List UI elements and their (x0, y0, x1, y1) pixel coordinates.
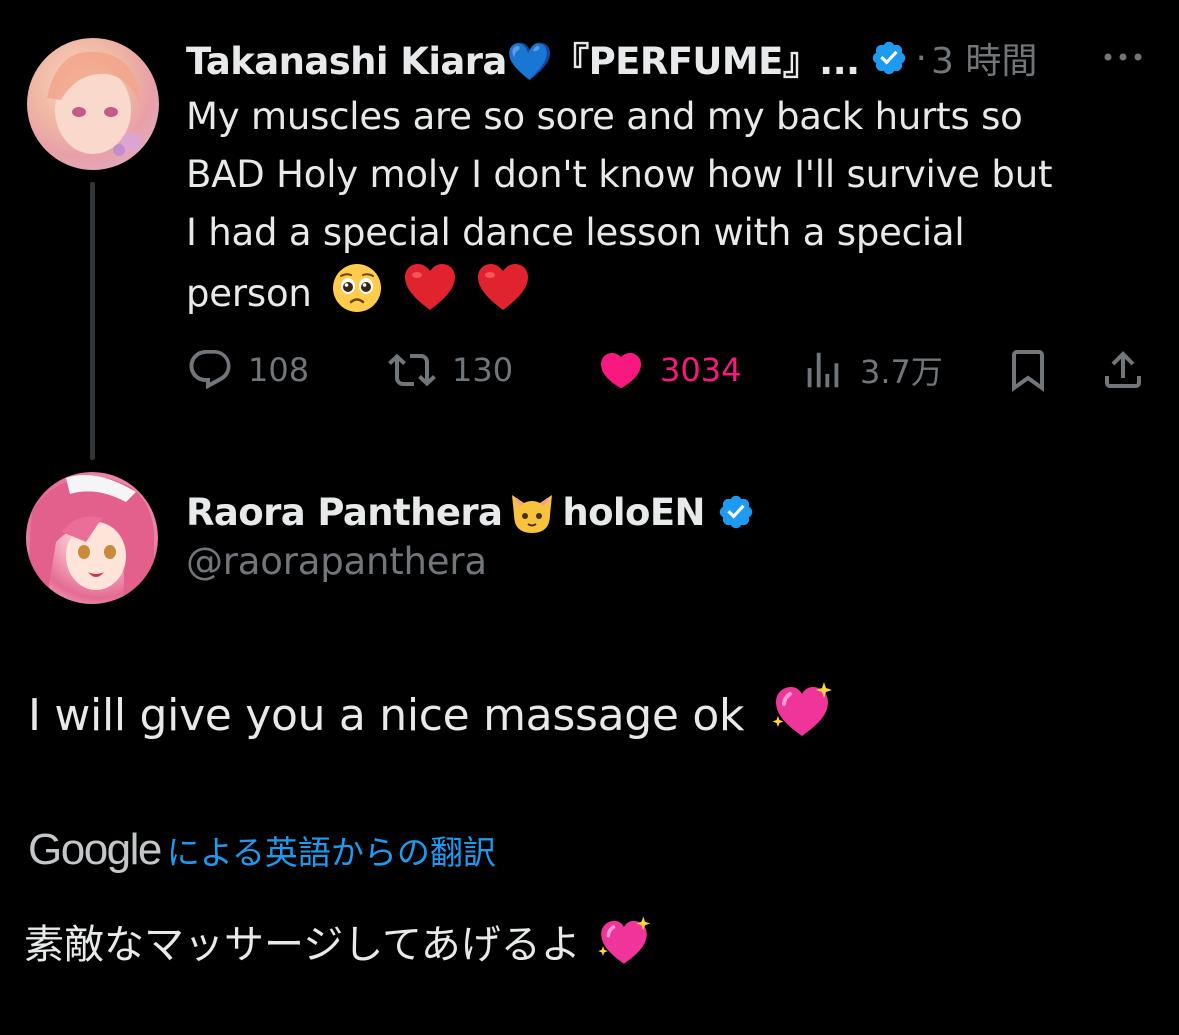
avatar-raora[interactable] (26, 472, 158, 604)
translated-text-content: 素敵なマッサージしてあげるよ (24, 922, 581, 968)
repost-count: 130 (452, 351, 514, 389)
heart-filled-icon (600, 353, 642, 389)
sparkling-heart-emoji-icon (772, 682, 832, 736)
share-button[interactable] (1098, 340, 1162, 400)
translated-text: 素敵なマッサージしてあげるよ (24, 912, 652, 970)
reply-button[interactable]: 108 (186, 340, 309, 400)
repost-button[interactable]: 130 (386, 340, 513, 400)
sparkling-heart-emoji-icon (597, 916, 650, 964)
reply-tweet-header: Raora Panthera holoEN (186, 484, 755, 540)
google-wordmark: Google (28, 825, 162, 874)
bookmark-button[interactable] (1004, 340, 1066, 400)
tweet-text-line-with-emoji: person (186, 262, 1166, 323)
verified-badge-icon (872, 41, 905, 75)
pleading-face-emoji-icon (333, 264, 382, 312)
red-heart-emoji-icon (404, 264, 455, 310)
tweet-text-line: My muscles are so sore and my back hurts… (186, 95, 1023, 138)
tweet-text-line: person (186, 272, 312, 315)
tweet-text-line: I had a special dance lesson with a spec… (186, 211, 965, 254)
views-button[interactable]: 3.7万 (800, 340, 943, 400)
repost-icon (388, 353, 436, 387)
avatar-kiara[interactable] (27, 38, 159, 170)
tweet-action-bar: 108 130 3034 3.7万 (0, 340, 1179, 400)
reply-display-name-part1[interactable]: Raora Panthera (186, 491, 503, 534)
reply-icon (189, 350, 231, 390)
bookmark-icon (1012, 350, 1044, 392)
views-chart-icon (807, 352, 839, 388)
like-count: 3034 (660, 351, 742, 389)
views-count: 3.7万 (860, 353, 943, 391)
thread-connector-line (90, 182, 95, 460)
reply-handle[interactable]: @raorapanthera (186, 540, 487, 583)
separator-dot: · (915, 37, 927, 79)
tweet-text-line: BAD Holy moly I don't know how I'll surv… (186, 153, 1053, 196)
red-heart-emoji-icon (478, 264, 529, 310)
like-button[interactable]: 3034 (596, 340, 741, 400)
reply-text: I will give you a nice massage ok (28, 690, 745, 741)
translation-attribution: Google による英語からの翻訳 (28, 820, 496, 880)
more-options-icon[interactable] (1098, 42, 1148, 72)
cat-face-emoji-icon (512, 495, 553, 533)
reply-display-name-part2[interactable]: holoEN (562, 491, 705, 534)
translation-label[interactable]: による英語からの翻訳 (167, 826, 496, 874)
reply-count: 108 (248, 351, 310, 389)
parent-tweet-text: My muscles are so sore and my back hurts… (186, 88, 1166, 323)
reply-tweet-text: I will give you a nice massage ok (28, 680, 834, 741)
post-time[interactable]: 3 時間 (931, 32, 1037, 84)
verified-badge-icon (719, 495, 753, 529)
share-icon (1105, 351, 1141, 388)
parent-display-name[interactable]: Takanashi Kiara💙『PERFUME』... (186, 31, 860, 85)
parent-tweet-header: Takanashi Kiara💙『PERFUME』... · 3 時間 (186, 30, 1037, 86)
